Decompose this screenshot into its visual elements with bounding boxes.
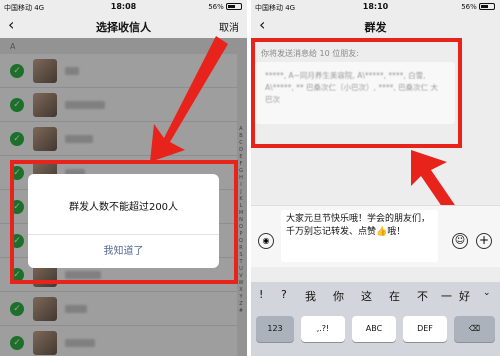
- keyboard: 123 ,.?! ABC DEF ⌫: [251, 310, 500, 356]
- key-123[interactable]: 123: [256, 316, 294, 342]
- delete-icon[interactable]: ⌫: [454, 316, 495, 342]
- plus-icon[interactable]: +: [476, 233, 492, 249]
- key-def[interactable]: DEF: [403, 316, 447, 342]
- candidate-item[interactable]: 你: [333, 288, 344, 304]
- key-punctuation[interactable]: ,.?!: [301, 316, 345, 342]
- expand-chevron-icon[interactable]: ⌄: [483, 288, 491, 298]
- candidate-item[interactable]: 不: [417, 288, 428, 304]
- compose-bar: ◉ 大家元旦节快乐哦！学会的朋友们，千万别忘记转发、点赞👍哦！ ☺ +: [251, 205, 500, 267]
- voice-icon[interactable]: ◉: [258, 233, 274, 249]
- candidate-item[interactable]: !: [259, 288, 263, 301]
- emoji-icon[interactable]: ☺: [452, 233, 468, 249]
- candidate-item[interactable]: 我: [305, 288, 316, 304]
- candidate-item[interactable]: ?: [281, 288, 287, 301]
- candidate-item[interactable]: 这: [361, 288, 372, 304]
- left-screen: 中国移动 4G 18:08 56% ‹ 选择收信人 取消 A ✓ ✓ ✓ ✓ ✓…: [0, 0, 247, 356]
- key-abc[interactable]: ABC: [352, 316, 396, 342]
- arrow-graphic: [150, 36, 228, 162]
- candidate-item[interactable]: 一: [441, 288, 452, 304]
- message-input[interactable]: 大家元旦节快乐哦！学会的朋友们，千万别忘记转发、点赞👍哦！: [281, 210, 438, 262]
- right-screen: 中国移动 4G 18:10 56% ‹ 群发 你将发送消息给 10 位朋友: *…: [251, 0, 500, 356]
- red-arrow-icon: [150, 36, 228, 162]
- candidate-item[interactable]: 好: [459, 288, 470, 304]
- candidate-bar: ! ? 我 你 这 在 不 一 好 ⌄: [251, 282, 500, 310]
- candidate-item[interactable]: 在: [389, 288, 400, 304]
